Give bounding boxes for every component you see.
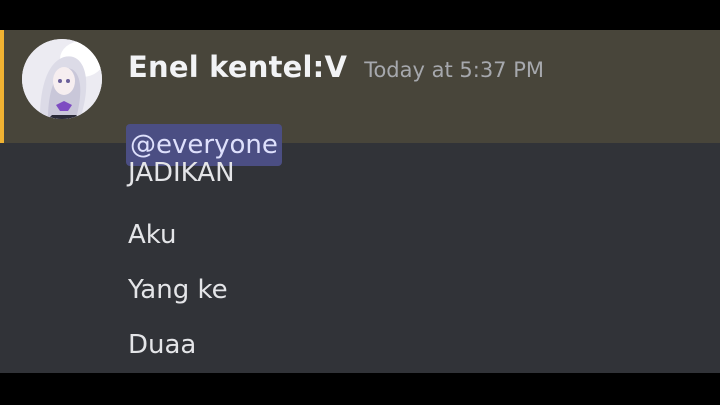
message-header: Enel kentel:V Today at 5:37 PM <box>128 50 544 90</box>
message-line-2: Aku <box>128 220 177 250</box>
mention-indicator-bar <box>0 30 4 143</box>
avatar-icon <box>22 39 102 119</box>
user-avatar[interactable] <box>22 39 102 119</box>
message-timestamp: Today at 5:37 PM <box>364 58 545 82</box>
message-line-3: Yang ke <box>128 275 228 305</box>
message-line-4: Duaa <box>128 330 197 360</box>
chat-message-area: Enel kentel:V Today at 5:37 PM @everyone… <box>0 30 720 373</box>
author-name[interactable]: Enel kentel:V <box>128 50 347 84</box>
screen: Enel kentel:V Today at 5:37 PM @everyone… <box>0 0 720 405</box>
message-line-1: JADIKAN <box>128 158 235 188</box>
